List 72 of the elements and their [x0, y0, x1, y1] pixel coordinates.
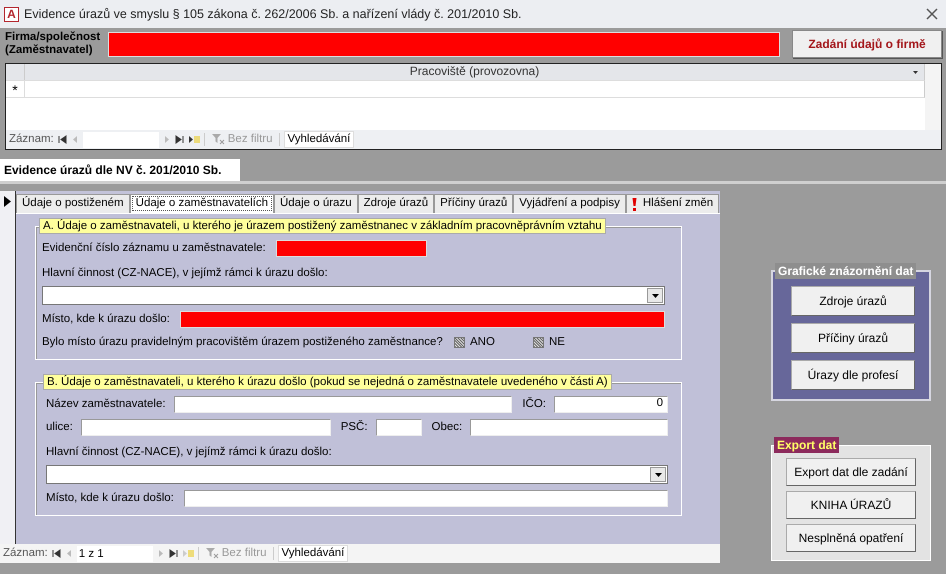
dropdown-arrow-icon[interactable] [913, 71, 918, 74]
window-title: Evidence úrazů ve smyslu § 105 zákona č. 262/2006 Sb. a nařízení vlády č. 201/2010 Sb. [24, 6, 522, 22]
field-label: ulice: [46, 420, 73, 434]
current-record-icon [4, 196, 11, 208]
previous-record-icon[interactable] [64, 549, 73, 558]
last-record-icon[interactable] [174, 135, 184, 144]
group-title: Export dat [774, 437, 840, 453]
new-record-icon[interactable] [188, 135, 200, 144]
text-field[interactable] [174, 396, 512, 413]
tab[interactable]: Údaje o postiženém [16, 194, 130, 213]
close-icon[interactable] [926, 8, 938, 20]
exclamation-icon [632, 198, 637, 210]
field-label: Hlavní činnost (CZ-NACE), v jejímž rámci k úrazu došlo: [42, 266, 328, 280]
text-field[interactable]: 0 [554, 396, 668, 413]
tab[interactable]: Příčiny úrazů [434, 194, 514, 213]
funnel-icon [210, 133, 225, 146]
dropdown-button[interactable] [650, 467, 666, 482]
report-button[interactable]: Zdroje úrazů [791, 286, 915, 316]
field-label: Evidenční číslo záznamu u zaměstnavatele: [42, 242, 266, 256]
dropdown-arrow-icon [654, 472, 662, 476]
section-title: A. Údaje o zaměstnavateli, u kterého je úrazem postižený zaměstnanec v základním pracovněprávním vztahu [39, 218, 606, 234]
previous-record-icon[interactable] [70, 135, 79, 144]
search-field[interactable]: Vyhledávání [284, 131, 354, 148]
company-label: Firma/společnost (Zaměstnavatel) [5, 31, 102, 57]
field-label: Místo, kde k úrazu došlo: [46, 492, 174, 506]
company-details-button[interactable]: Zadání údajů o firmě [792, 30, 942, 58]
tab[interactable]: Údaje o úrazu [274, 194, 358, 213]
company-field[interactable] [108, 32, 780, 56]
field-label: PSČ: [340, 420, 368, 434]
tab[interactable]: Vyjádření a podpisy [513, 194, 626, 213]
record-number-field[interactable] [82, 132, 159, 148]
dropdown-field[interactable] [46, 465, 668, 484]
text-field[interactable] [184, 490, 668, 507]
field-label: Hlavní činnost (CZ-NACE), v jejímž rámci k úrazu došlo: [46, 446, 332, 460]
first-record-icon[interactable] [58, 135, 67, 144]
report-button[interactable]: KNIHA ÚRAZŮ [786, 491, 916, 519]
field-label: Místo, kde k úrazu došlo: [42, 312, 170, 326]
text-field[interactable] [376, 419, 422, 436]
option-label: NE [549, 336, 565, 350]
report-button[interactable]: Nesplněná opatření [786, 524, 916, 552]
option-label: ANO [470, 336, 495, 350]
search-field[interactable]: Vyhledávání [278, 545, 348, 562]
tab[interactable]: Údaje o zaměstnavatelích [130, 194, 274, 213]
tab[interactable]: Zdroje úrazů [358, 194, 434, 213]
first-record-icon[interactable] [52, 549, 61, 558]
dropdown-arrow-icon [652, 294, 658, 298]
funnel-icon [204, 547, 219, 560]
record-number-field[interactable]: 1 z 1 [76, 546, 153, 562]
last-record-icon[interactable] [168, 549, 178, 558]
text-field[interactable] [470, 419, 668, 436]
field-label: Název zaměstnavatele: [46, 398, 166, 412]
field-label: IČO: [522, 398, 546, 412]
app-logo: A [4, 6, 19, 22]
next-record-icon[interactable] [162, 135, 171, 144]
dropdown-field[interactable] [42, 286, 665, 305]
next-record-icon[interactable] [156, 549, 165, 558]
tab[interactable]: Hlášení změn [626, 194, 720, 213]
form-tab[interactable]: Evidence úrazů dle NV č. 201/2010 Sb. [0, 159, 240, 181]
report-button[interactable]: Úrazy dle profesí [791, 360, 915, 390]
record-label: Záznam: [3, 546, 48, 560]
checkbox[interactable] [454, 336, 465, 348]
group-title: Grafické znázornění dat [775, 263, 916, 279]
field-label: Obec: [432, 420, 462, 434]
text-field[interactable] [80, 419, 331, 436]
report-button[interactable]: Příčiny úrazů [791, 323, 915, 353]
report-button[interactable]: Export dat dle zadání [786, 458, 916, 486]
record-label: Záznam: [9, 132, 54, 146]
checkbox[interactable] [533, 336, 544, 348]
dropdown-button[interactable] [647, 288, 663, 303]
column-header[interactable]: Pracoviště (provozovna) [25, 64, 924, 80]
question-label: Bylo místo úrazu pravidelným pracovištěm úrazem postiženého zaměstnance? [42, 336, 444, 350]
section-title: B. Údaje o zaměstnavateli, u kterého k úrazu došlo (pokud se nejedná o zaměstnavatele uvedeného v části A) [43, 374, 612, 390]
